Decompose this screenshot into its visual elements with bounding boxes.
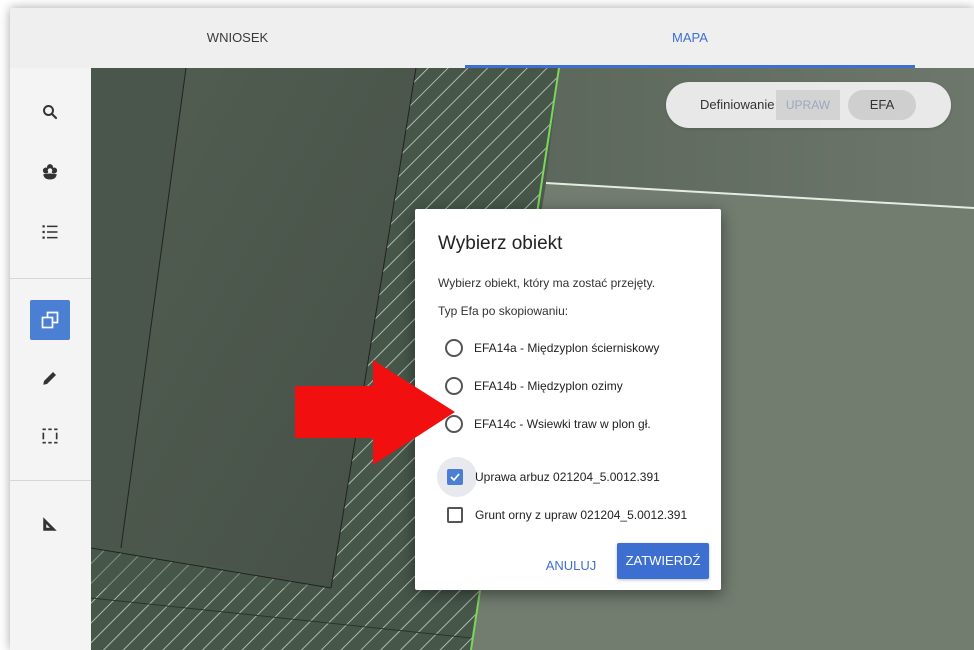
tab-wniosek[interactable]: WNIOSEK [10, 8, 465, 68]
definition-toggle: Definiowanie UPRAW EFA [666, 82, 951, 128]
dialog-title: Wybierz obiekt [438, 233, 563, 254]
confirm-button[interactable]: ZATWIERDŹ [617, 543, 709, 579]
checkbox-box[interactable] [447, 469, 463, 485]
define-efa-button[interactable]: EFA [848, 90, 916, 120]
check-icon [450, 473, 460, 482]
checkbox-label: Grunt orny z upraw 021204_5.0012.391 [475, 508, 688, 522]
edit-button[interactable] [30, 358, 70, 398]
select-area-icon [42, 428, 58, 444]
app-window: WNIOSEK MAPA Definiowanie UPRAW EFA Wybi… [10, 8, 974, 650]
measure-button[interactable] [30, 504, 70, 544]
radio-efa14c[interactable]: EFA14c - Wsiewki traw w plon gł. [445, 412, 651, 436]
red-arrow-icon [295, 360, 455, 465]
dialog-description: Wybierz obiekt, który ma zostać przejęty… [438, 276, 656, 290]
select-area-button[interactable] [30, 416, 70, 456]
radio-circle[interactable] [445, 339, 463, 357]
definition-label: Definiowanie [700, 97, 775, 112]
toolbar-divider [10, 278, 91, 279]
list-icon [42, 225, 58, 239]
radio-label: EFA14b - Międzyplon ozimy [474, 379, 623, 393]
checkbox-box[interactable] [447, 507, 463, 523]
radio-efa14b[interactable]: EFA14b - Międzyplon ozimy [445, 374, 623, 398]
map-toolbar [10, 68, 91, 650]
checkbox-crop-watermelon[interactable]: Uprawa arbuz 021204_5.0012.391 [447, 465, 660, 489]
cancel-button[interactable]: ANULUJ [539, 551, 603, 581]
crops-button[interactable] [30, 152, 70, 192]
radio-efa14a[interactable]: EFA14a - Międzyplon ścierniskowy [445, 336, 659, 360]
copy-icon [41, 311, 59, 329]
define-crops-button[interactable]: UPRAW [776, 90, 840, 120]
tab-mapa[interactable]: MAPA [465, 8, 915, 68]
efa-type-label: Typ Efa po skopiowaniu: [438, 304, 569, 318]
radio-label: EFA14c - Wsiewki traw w plon gł. [474, 417, 651, 431]
flower-icon [42, 164, 58, 180]
select-object-dialog: Wybierz obiekt Wybierz obiekt, który ma … [415, 209, 721, 590]
search-icon [43, 105, 58, 120]
checkbox-arable-land[interactable]: Grunt orny z upraw 021204_5.0012.391 [447, 503, 687, 527]
copy-object-button[interactable] [30, 300, 70, 340]
ruler-icon [43, 517, 57, 531]
tab-bar: WNIOSEK MAPA [10, 8, 974, 68]
checkbox-label: Uprawa arbuz 021204_5.0012.391 [475, 470, 660, 484]
radio-label: EFA14a - Międzyplon ścierniskowy [474, 341, 660, 355]
pencil-icon [43, 372, 56, 385]
list-button[interactable] [30, 212, 70, 252]
toolbar-divider [10, 480, 91, 481]
search-button[interactable] [30, 92, 70, 132]
